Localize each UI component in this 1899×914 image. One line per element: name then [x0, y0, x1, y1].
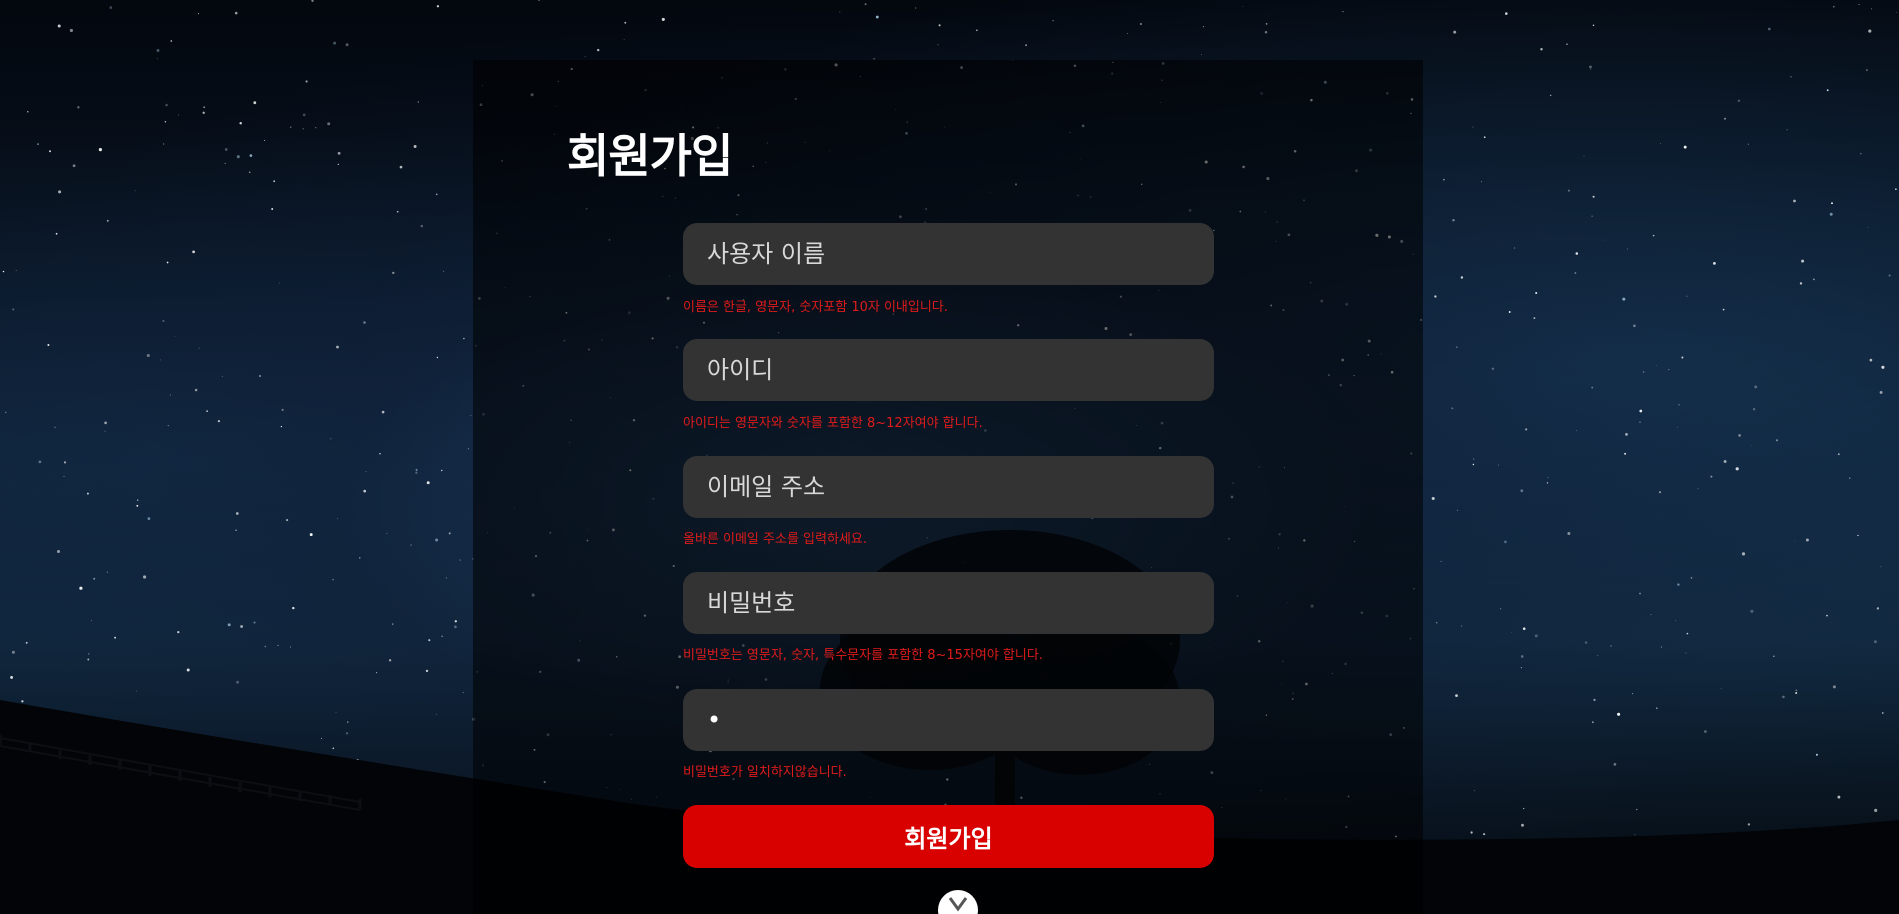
chevron-down-icon: [948, 896, 968, 914]
page-title: 회원가입: [567, 129, 733, 183]
signup-submit-button[interactable]: 회원가입: [683, 805, 1214, 868]
username-hint: 이름은 한글, 영문자, 숫자포함 10자 이내입니다.: [683, 300, 948, 315]
password-hint: 비밀번호는 영문자, 숫자, 특수문자를 포함한 8~15자여야 합니다.: [683, 648, 1043, 663]
password-confirm-hint: 비밀번호가 일치하지않습니다.: [683, 765, 847, 780]
email-hint: 올바른 이메일 주소를 입력하세요.: [683, 532, 867, 547]
password-input[interactable]: [683, 572, 1214, 634]
username-input[interactable]: [683, 223, 1214, 285]
signup-page: 회원가입 이름은 한글, 영문자, 숫자포함 10자 이내입니다. 아이디는 영…: [0, 0, 1899, 914]
userid-input[interactable]: [683, 339, 1214, 401]
userid-hint: 아이디는 영문자와 숫자를 포함한 8~12자여야 합니다.: [683, 416, 983, 431]
email-input[interactable]: [683, 456, 1214, 518]
password-confirm-input[interactable]: [683, 689, 1214, 751]
